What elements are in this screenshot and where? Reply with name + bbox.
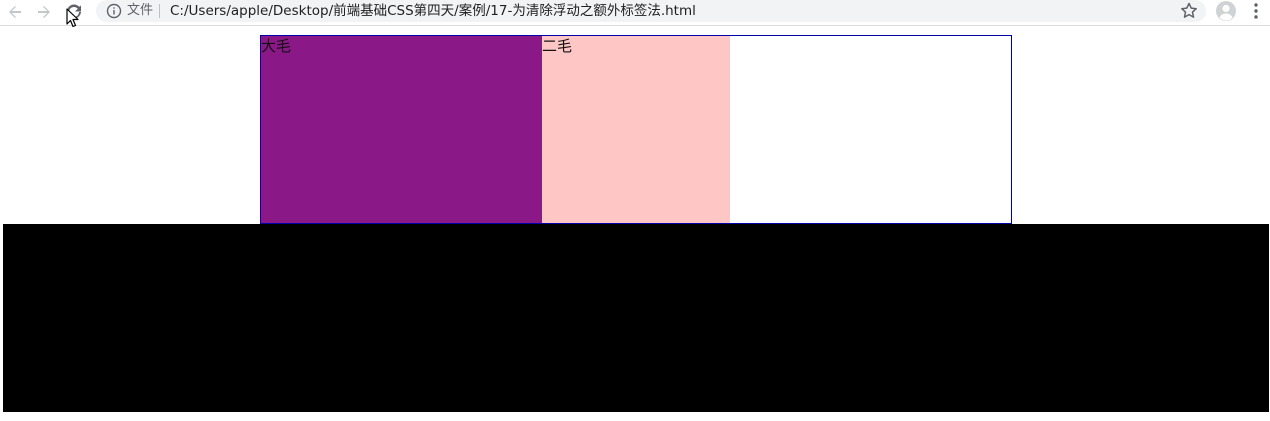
- back-button[interactable]: [4, 1, 26, 23]
- menu-icon[interactable]: [1249, 1, 1263, 21]
- omnibox-separator: [159, 4, 160, 18]
- footer-block: [3, 224, 1269, 412]
- address-bar[interactable]: 文件 C:/Users/apple/Desktop/前端基础CSS第四天/案例/…: [96, 0, 1206, 22]
- page-viewport: 大毛 二毛: [0, 27, 1270, 421]
- forward-arrow-icon: [38, 6, 50, 18]
- mouse-cursor-icon: [66, 8, 79, 28]
- url-text[interactable]: C:/Users/apple/Desktop/前端基础CSS第四天/案例/17-…: [170, 2, 696, 20]
- browser-toolbar: 文件 C:/Users/apple/Desktop/前端基础CSS第四天/案例/…: [0, 0, 1270, 26]
- star-icon[interactable]: [1179, 1, 1199, 21]
- box-damao: 大毛: [261, 36, 542, 223]
- back-arrow-icon: [9, 6, 21, 18]
- forward-button[interactable]: [33, 1, 55, 23]
- box-ermao: 二毛: [542, 36, 730, 223]
- profile-icon[interactable]: [1215, 0, 1237, 22]
- file-scheme-label: 文件: [127, 3, 154, 18]
- float-container: 大毛 二毛: [260, 35, 1012, 224]
- info-icon[interactable]: [106, 3, 122, 19]
